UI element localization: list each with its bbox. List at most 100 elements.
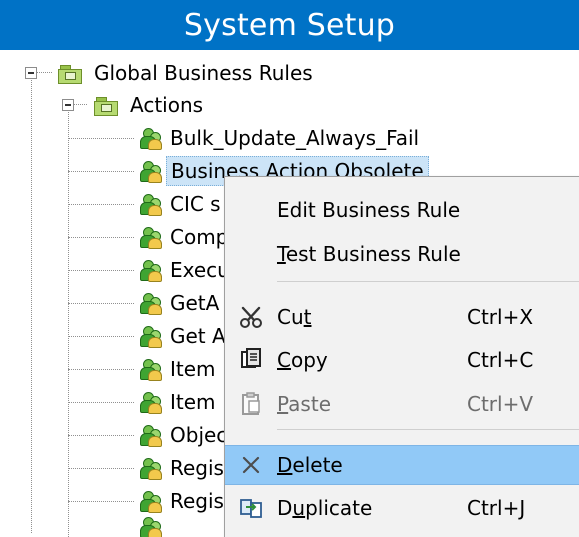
tree-node-business-rule[interactable]: Get A [134, 319, 230, 353]
tree-guide-line-item [68, 171, 134, 172]
tree-node-business-rule[interactable]: GetA [134, 286, 223, 320]
copy-icon [225, 340, 277, 380]
system-setup-window: System Setup Global Business Rules Actio… [0, 0, 579, 537]
tree-guide-line-item [68, 435, 134, 436]
menu-item-copy[interactable]: Copy Ctrl+C [225, 340, 579, 380]
business-rule-icon [134, 514, 164, 537]
tree-node-global-business-rules[interactable]: Global Business Rules [58, 56, 317, 90]
tree-node-label: Bulk_Update_Always_Fail [170, 126, 420, 150]
menu-item-label-mnemonic: C [277, 348, 291, 372]
menu-item-label-suffix: plicate [305, 496, 373, 520]
menu-item-label-suffix: est Business Rule [285, 242, 461, 266]
menu-item-label-suffix: elete [292, 453, 343, 477]
delete-icon-svg [242, 456, 260, 474]
tree-guide-line-item [68, 138, 134, 139]
business-rule-icon [134, 257, 164, 283]
menu-item-label-prefix: D [277, 496, 293, 520]
menu-item-label: Edit Business Rule [277, 198, 461, 222]
tree-node-label: Global Business Rules [94, 61, 313, 85]
menu-item-label-mnemonic: t [303, 305, 312, 329]
delete-icon [225, 445, 277, 485]
menu-item-label-mnemonic: u [292, 496, 306, 520]
menu-separator [277, 281, 579, 282]
tree-guide-line-actions [68, 112, 69, 537]
menu-item-label: Test Business Rule [277, 242, 467, 266]
window-title: System Setup [183, 7, 396, 43]
menu-item-duplicate[interactable]: Duplicate Ctrl+J [225, 488, 579, 528]
business-rule-icon [134, 125, 164, 151]
tree-node-label: Actions [130, 93, 204, 117]
tree-node-label: Item [170, 390, 216, 414]
empty-icon-slot [225, 234, 277, 274]
menu-item-label-suffix: opy [290, 348, 328, 372]
business-rule-icon [134, 356, 164, 382]
business-rule-icon [134, 290, 164, 316]
menu-item-label: Cut [277, 305, 467, 329]
tree-node-business-rule[interactable]: Objec [134, 418, 231, 452]
tree-guide-line-item [68, 468, 134, 469]
tree-node-label: CIC s [170, 192, 221, 216]
menu-item-label: Copy [277, 348, 467, 372]
tree-node-label: Objec [170, 423, 228, 447]
menu-item-test-business-rule[interactable]: Test Business Rule [225, 234, 579, 274]
tree-guide-line-root [31, 78, 32, 533]
scissors-icon [225, 297, 277, 337]
window-title-bar: System Setup [0, 0, 579, 50]
tree-node-business-rule[interactable]: Comp [134, 220, 232, 254]
menu-shortcut: Ctrl+X [467, 305, 534, 329]
tree-node-business-rule[interactable]: CIC s [134, 187, 225, 221]
tree-node-business-rule[interactable]: Item [134, 385, 220, 419]
tree-guide-line-item [68, 204, 134, 205]
menu-item-label-suffix: aste [288, 392, 331, 416]
tree-guide-line-item [68, 402, 134, 403]
tree-guide-line-item [68, 303, 134, 304]
tree-node-business-rule[interactable]: Execu [134, 253, 234, 287]
menu-shortcut: Ctrl+J [467, 496, 526, 520]
menu-item-label-mnemonic: P [277, 392, 289, 416]
business-rule-icon [134, 158, 164, 184]
tree-node-label: GetA [170, 291, 220, 315]
tree-node-business-rule[interactable]: Regis [134, 484, 228, 518]
empty-icon-slot [225, 190, 277, 230]
business-rule-icon [134, 191, 164, 217]
menu-item-delete[interactable]: Delete [225, 445, 579, 485]
tree-node-label: Regis [170, 456, 224, 480]
paste-icon [225, 384, 277, 424]
menu-item-paste[interactable]: Paste Ctrl+V [225, 384, 579, 424]
tree-node-label: Item [170, 357, 216, 381]
menu-item-label: Duplicate [277, 496, 467, 520]
tree-node-label: Regis [170, 489, 224, 513]
actions-collapse-toggle[interactable] [62, 99, 74, 111]
scissors-icon-svg [240, 306, 262, 328]
tree-node-business-rule[interactable]: Item [134, 352, 220, 386]
business-rule-icon [134, 389, 164, 415]
tree-node-business-rule-partial[interactable] [134, 517, 166, 537]
tree-node-business-rule[interactable]: Regis [134, 451, 228, 485]
menu-shortcut: Ctrl+C [467, 348, 534, 372]
tree-node-label: Comp [170, 225, 229, 249]
tree-guide-line-item [68, 501, 134, 502]
duplicate-icon-svg [240, 499, 262, 518]
business-rule-icon [134, 224, 164, 250]
context-menu: Edit Business Rule Test Business Rule Cu… [224, 176, 579, 537]
root-collapse-toggle[interactable] [25, 67, 37, 79]
menu-item-edit-business-rule[interactable]: Edit Business Rule [225, 190, 579, 230]
copy-icon-svg [241, 348, 261, 368]
tree-guide-line-item [68, 336, 134, 337]
tree-node-label: Get A [170, 324, 226, 348]
tree-guide-line-item [68, 237, 134, 238]
business-rule-icon [134, 323, 164, 349]
menu-item-label-mnemonic: D [277, 453, 293, 477]
menu-item-cut[interactable]: Cut Ctrl+X [225, 297, 579, 337]
menu-item-label-prefix: Cu [277, 305, 304, 329]
folder-icon [58, 64, 82, 84]
folder-icon [94, 96, 118, 116]
menu-separator [277, 429, 579, 430]
menu-shortcut: Ctrl+V [467, 392, 534, 416]
tree-node-business-rule[interactable]: Bulk_Update_Always_Fail [134, 121, 423, 155]
tree-node-actions[interactable]: Actions [94, 88, 207, 122]
business-rule-icon [134, 422, 164, 448]
business-rule-icon [134, 455, 164, 481]
menu-item-label-mnemonic: T [277, 242, 286, 266]
business-rule-icon [134, 488, 164, 514]
